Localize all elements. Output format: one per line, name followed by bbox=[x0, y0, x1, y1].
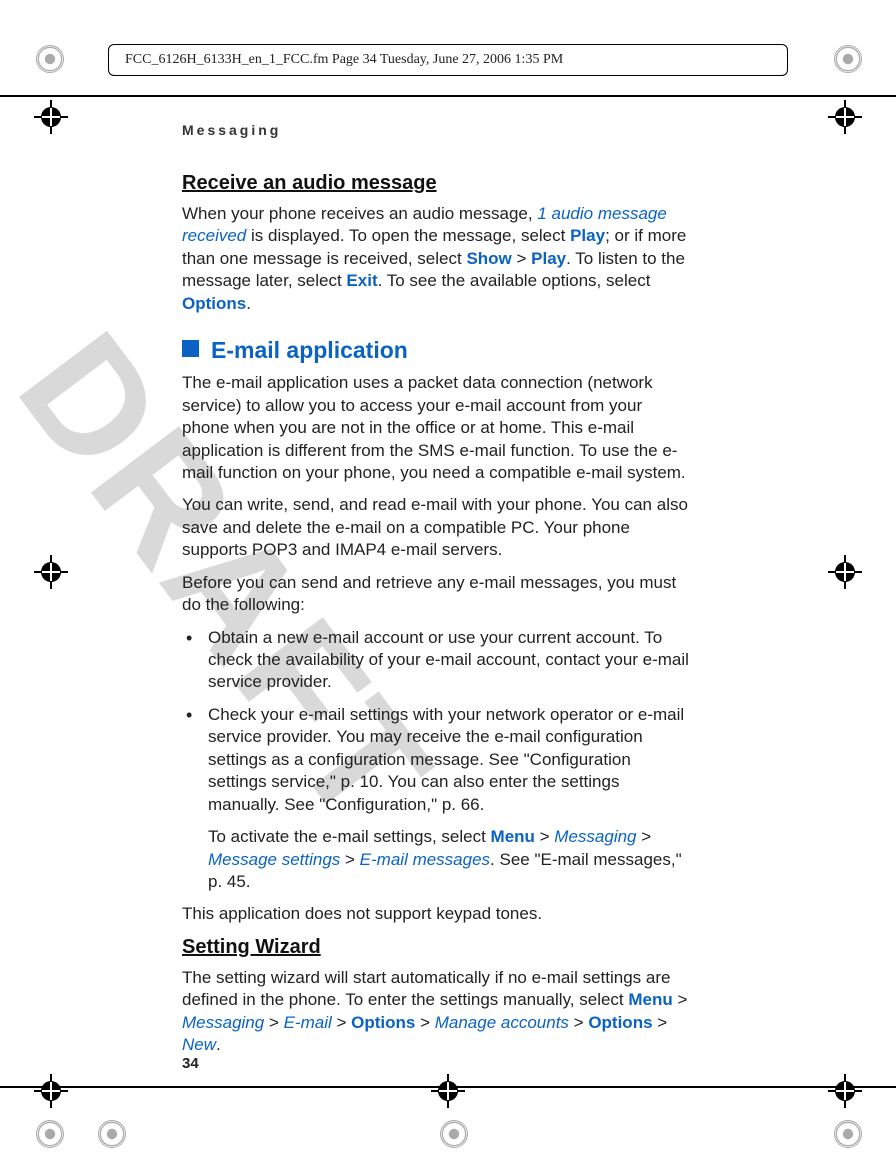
ui-label: E-mail bbox=[284, 1013, 332, 1032]
registration-mark-icon bbox=[98, 1120, 126, 1148]
crop-mark-icon bbox=[34, 100, 68, 134]
para-email-2: You can write, send, and read e-mail wit… bbox=[182, 494, 692, 561]
crop-mark-icon bbox=[828, 555, 862, 589]
para-email-1: The e-mail application uses a packet dat… bbox=[182, 372, 692, 484]
ui-label: New bbox=[182, 1035, 216, 1054]
list-item: Check your e-mail settings with your net… bbox=[182, 704, 692, 816]
crop-mark-icon bbox=[431, 1074, 465, 1108]
ui-label: Exit bbox=[346, 271, 377, 290]
ui-label: Message settings bbox=[208, 850, 340, 869]
ui-label: Show bbox=[466, 249, 511, 268]
ui-label: Options bbox=[588, 1013, 652, 1032]
page-content: Messaging Receive an audio message When … bbox=[182, 122, 692, 1067]
text: is displayed. To open the message, selec… bbox=[246, 226, 570, 245]
ui-label: Menu bbox=[491, 827, 535, 846]
running-head: Messaging bbox=[182, 122, 692, 138]
crop-mark-icon bbox=[34, 555, 68, 589]
text: The setting wizard will start automatica… bbox=[182, 968, 670, 1009]
text: When your phone receives an audio messag… bbox=[182, 204, 537, 223]
bullet-list: Obtain a new e-mail account or use your … bbox=[182, 627, 692, 817]
rule-top bbox=[0, 95, 896, 97]
heading-receive-audio: Receive an audio message bbox=[182, 172, 692, 195]
text: . To see the available options, select bbox=[378, 271, 651, 290]
crop-mark-icon bbox=[34, 1074, 68, 1108]
ui-label: Messaging bbox=[182, 1013, 264, 1032]
heading-text: E-mail application bbox=[211, 337, 408, 363]
heading-email-application: E-mail application bbox=[182, 337, 692, 364]
text: > bbox=[340, 850, 359, 869]
ui-label: Menu bbox=[628, 990, 672, 1009]
text: . bbox=[246, 294, 251, 313]
registration-mark-icon bbox=[834, 45, 862, 73]
ui-label: Options bbox=[351, 1013, 415, 1032]
text: To activate the e-mail settings, select bbox=[208, 827, 491, 846]
registration-mark-icon bbox=[834, 1120, 862, 1148]
registration-mark-icon bbox=[36, 45, 64, 73]
registration-mark-icon bbox=[36, 1120, 64, 1148]
page-header-text: FCC_6126H_6133H_en_1_FCC.fm Page 34 Tues… bbox=[125, 52, 563, 67]
heading-setting-wizard: Setting Wizard bbox=[182, 936, 692, 959]
text: > bbox=[653, 1013, 668, 1032]
page-number: 34 bbox=[182, 1055, 199, 1072]
ui-label: Options bbox=[182, 294, 246, 313]
text: > bbox=[264, 1013, 283, 1032]
ui-label: Messaging bbox=[554, 827, 636, 846]
section-square-icon bbox=[182, 340, 199, 357]
registration-mark-icon bbox=[440, 1120, 468, 1148]
crop-mark-icon bbox=[828, 1074, 862, 1108]
para-email-4: This application does not support keypad… bbox=[182, 903, 692, 925]
text: > bbox=[637, 827, 652, 846]
crop-mark-icon bbox=[828, 100, 862, 134]
text: > bbox=[415, 1013, 434, 1032]
list-continuation: To activate the e-mail settings, select … bbox=[182, 826, 692, 893]
ui-label: Manage accounts bbox=[435, 1013, 569, 1032]
text: > bbox=[512, 249, 531, 268]
page-header-box: FCC_6126H_6133H_en_1_FCC.fm Page 34 Tues… bbox=[108, 44, 788, 76]
para-email-3: Before you can send and retrieve any e-m… bbox=[182, 572, 692, 617]
text: . bbox=[216, 1035, 221, 1054]
ui-label: Play bbox=[531, 249, 566, 268]
text: > bbox=[535, 827, 554, 846]
para-wizard: The setting wizard will start automatica… bbox=[182, 967, 692, 1057]
ui-label: E-mail messages bbox=[360, 850, 490, 869]
text: > bbox=[569, 1013, 588, 1032]
ui-label: Play bbox=[570, 226, 605, 245]
list-item: Obtain a new e-mail account or use your … bbox=[182, 627, 692, 694]
para-receive: When your phone receives an audio messag… bbox=[182, 203, 692, 315]
text: > bbox=[332, 1013, 351, 1032]
text: > bbox=[673, 990, 688, 1009]
